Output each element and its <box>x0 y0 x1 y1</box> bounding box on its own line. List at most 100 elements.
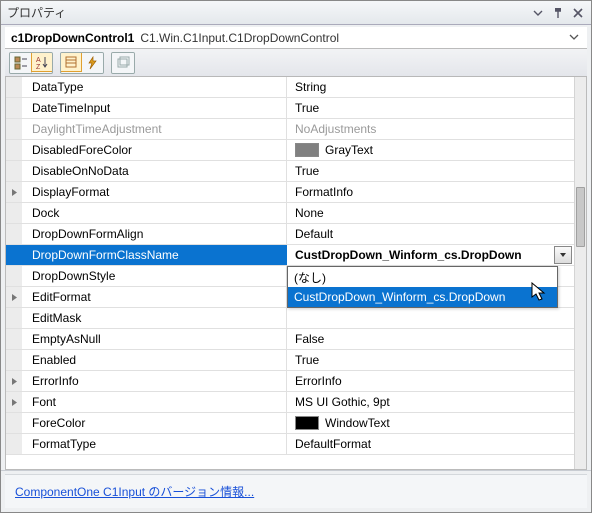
property-row[interactable]: EmptyAsNull False <box>6 329 574 350</box>
expand-gutter[interactable] <box>6 287 22 307</box>
property-value-text: Default <box>295 227 333 241</box>
property-row[interactable]: DateTimeInputTrue <box>6 98 574 119</box>
property-row[interactable]: DisplayFormat FormatInfo <box>6 182 574 203</box>
expand-gutter[interactable] <box>6 371 22 391</box>
expand-gutter <box>6 266 22 286</box>
component-type: C1.Win.C1Input.C1DropDownControl <box>140 31 567 45</box>
property-value[interactable]: String <box>287 77 574 97</box>
property-row[interactable]: FormatTypeDefaultFormat <box>6 434 574 455</box>
titlebar: プロパティ <box>1 1 591 25</box>
expand-gutter[interactable] <box>6 182 22 202</box>
expand-gutter <box>6 98 22 118</box>
svg-text:A: A <box>36 57 41 64</box>
property-pages-button[interactable] <box>112 53 134 73</box>
property-value[interactable]: NoAdjustments <box>287 119 574 139</box>
expand-gutter <box>6 413 22 433</box>
property-value[interactable]: DefaultFormat <box>287 434 574 454</box>
window-title: プロパティ <box>7 4 531 21</box>
property-row[interactable]: DataTypeString <box>6 77 574 98</box>
property-name: DaylightTimeAdjustment <box>22 119 287 139</box>
property-value[interactable]: True <box>287 350 574 370</box>
dropdown-option[interactable]: (なし) <box>288 267 557 287</box>
component-name: c1DropDownControl1 <box>11 31 134 45</box>
property-name: ErrorInfo <box>22 371 287 391</box>
property-row[interactable]: Dock None <box>6 203 574 224</box>
property-name: DropDownFormAlign <box>22 224 287 244</box>
property-value-text: NoAdjustments <box>295 122 376 136</box>
property-value-text: CustDropDown_Winform_cs.DropDown <box>295 248 522 262</box>
property-row[interactable]: DropDownFormClassName CustDropDown_Winfor… <box>6 245 574 266</box>
property-value-text: MS UI Gothic, 9pt <box>295 395 390 409</box>
property-value-text: False <box>295 332 324 346</box>
chevron-down-icon <box>567 31 581 45</box>
property-name: DateTimeInput <box>22 98 287 118</box>
color-swatch <box>295 143 319 157</box>
property-name: ForeColor <box>22 413 287 433</box>
property-row[interactable]: EditMask <box>6 308 574 329</box>
property-value-text: FormatInfo <box>295 185 353 199</box>
property-value[interactable]: Default <box>287 224 574 244</box>
close-icon[interactable] <box>571 6 585 20</box>
property-value[interactable] <box>287 308 574 328</box>
property-name: EditFormat <box>22 287 287 307</box>
property-value[interactable]: True <box>287 98 574 118</box>
events-button[interactable] <box>81 53 103 73</box>
alphabetical-button[interactable]: AZ <box>31 52 53 72</box>
window-controls <box>531 6 585 20</box>
property-name: EditMask <box>22 308 287 328</box>
property-row[interactable]: DaylightTimeAdjustment NoAdjustments <box>6 119 574 140</box>
pages-group <box>111 52 135 74</box>
property-value[interactable]: None <box>287 203 574 223</box>
property-value[interactable]: ErrorInfo <box>287 371 574 391</box>
property-value[interactable]: CustDropDown_Winform_cs.DropDown <box>287 245 574 265</box>
dropdown-button[interactable] <box>554 246 572 264</box>
property-name: Dock <box>22 203 287 223</box>
property-row[interactable]: ForeColorWindowText <box>6 413 574 434</box>
categorized-button[interactable] <box>10 53 32 73</box>
svg-text:Z: Z <box>36 64 41 69</box>
color-swatch <box>295 416 319 430</box>
property-name: Font <box>22 392 287 412</box>
property-value[interactable]: MS UI Gothic, 9pt <box>287 392 574 412</box>
expand-gutter <box>6 119 22 139</box>
footer-link-area: ComponentOne C1Input のバージョン情報... <box>5 474 587 508</box>
property-name: DropDownStyle <box>22 266 287 286</box>
property-row[interactable]: Font MS UI Gothic, 9pt <box>6 392 574 413</box>
expand-gutter <box>6 77 22 97</box>
version-info-link[interactable]: ComponentOne C1Input のバージョン情報... <box>15 485 254 499</box>
property-name: DropDownFormClassName <box>22 245 287 265</box>
property-name: FormatType <box>22 434 287 454</box>
property-value[interactable]: FormatInfo <box>287 182 574 202</box>
property-row[interactable]: DisabledForeColorGrayText <box>6 140 574 161</box>
property-name: Enabled <box>22 350 287 370</box>
property-row[interactable]: DropDownFormAlign Default <box>6 224 574 245</box>
property-value-text: None <box>295 206 324 220</box>
property-value[interactable]: GrayText <box>287 140 574 160</box>
property-value[interactable]: WindowText <box>287 413 574 433</box>
expand-gutter <box>6 203 22 223</box>
expand-gutter[interactable] <box>6 392 22 412</box>
property-row[interactable]: DisableOnNoDataTrue <box>6 161 574 182</box>
expand-gutter <box>6 224 22 244</box>
property-value[interactable]: True <box>287 161 574 181</box>
expand-gutter <box>6 350 22 370</box>
view-group <box>60 52 104 74</box>
component-selector[interactable]: c1DropDownControl1 C1.Win.C1Input.C1Drop… <box>5 27 587 49</box>
property-name: DisplayFormat <box>22 182 287 202</box>
properties-button[interactable] <box>60 52 82 72</box>
property-value-text: ErrorInfo <box>295 374 342 388</box>
property-name: EmptyAsNull <box>22 329 287 349</box>
pin-icon[interactable] <box>551 6 565 20</box>
dropdown-option[interactable]: CustDropDown_Winform_cs.DropDown <box>288 287 557 307</box>
property-value-text: True <box>295 353 319 367</box>
dropdown-position-icon[interactable] <box>531 6 545 20</box>
sort-group: AZ <box>9 52 53 74</box>
expand-gutter <box>6 140 22 160</box>
vertical-scrollbar[interactable] <box>574 77 586 469</box>
property-row[interactable]: Enabled True <box>6 350 574 371</box>
property-value-text: String <box>295 80 326 94</box>
property-value[interactable]: False <box>287 329 574 349</box>
expand-gutter <box>6 245 22 265</box>
property-row[interactable]: ErrorInfo ErrorInfo <box>6 371 574 392</box>
scroll-thumb[interactable] <box>576 187 585 247</box>
